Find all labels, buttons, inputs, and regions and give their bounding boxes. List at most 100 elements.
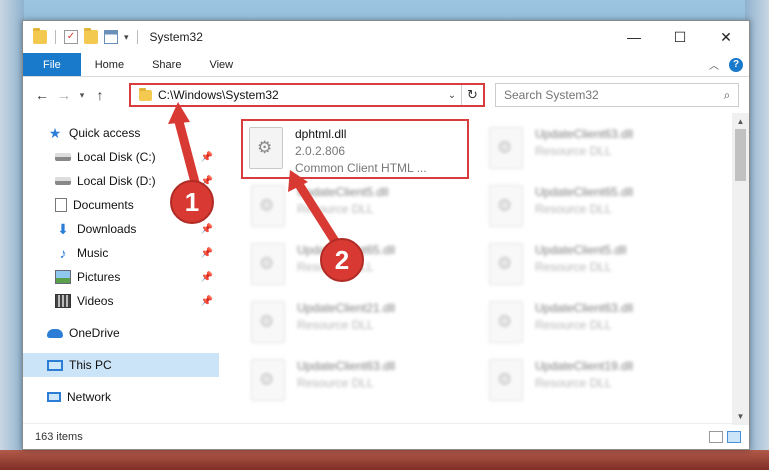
file-tile[interactable]: UpdateClient63.dll Resource DLL xyxy=(245,353,485,409)
file-description: Resource DLL xyxy=(297,376,374,390)
dll-file-icon xyxy=(489,185,523,227)
minimize-button[interactable]: — xyxy=(611,21,657,53)
document-icon xyxy=(55,198,67,212)
vertical-scrollbar[interactable]: ▲ ▼ xyxy=(732,113,749,425)
nav-pictures[interactable]: Pictures 📌 xyxy=(23,265,219,289)
forward-arrow-icon[interactable]: → xyxy=(53,87,75,103)
file-name: UpdateClient63.dll xyxy=(535,127,634,141)
file-name: UpdateClient5.dll xyxy=(535,243,627,257)
file-description: Resource DLL xyxy=(535,144,612,158)
address-path[interactable]: C:\Windows\System32 xyxy=(158,88,443,102)
nav-network[interactable]: Network xyxy=(23,385,219,409)
dll-file-icon xyxy=(251,359,285,401)
ribbon-tabs: File Home Share View ︿ ? xyxy=(23,53,749,77)
help-icon[interactable]: ? xyxy=(729,57,743,72)
dll-file-icon xyxy=(489,301,523,343)
nav-label: Pictures xyxy=(77,270,121,284)
pin-icon: 📌 xyxy=(200,271,213,283)
back-arrow-icon[interactable]: ← xyxy=(31,87,53,103)
dll-file-icon xyxy=(251,243,285,285)
nav-videos[interactable]: Videos 📌 xyxy=(23,289,219,313)
file-tile[interactable]: UpdateClient5.dll Resource DLL xyxy=(483,237,723,293)
file-name: UpdateClient63.dll xyxy=(297,359,396,373)
file-name: UpdateClient63.dll xyxy=(535,301,634,315)
dll-file-icon xyxy=(249,127,283,169)
navigation-pane: ★ Quick access Local Disk (C:) 📌 Local D… xyxy=(23,113,219,425)
nav-onedrive[interactable]: OneDrive xyxy=(23,321,219,345)
view-properties-icon[interactable] xyxy=(104,30,118,44)
folder-icon xyxy=(139,87,152,101)
up-arrow-icon[interactable]: ↑ xyxy=(89,87,111,103)
search-icon[interactable]: ⌕ xyxy=(716,88,738,103)
nav-label: This PC xyxy=(69,358,112,372)
file-description: Resource DLL xyxy=(535,318,612,332)
nav-this-pc[interactable]: This PC xyxy=(23,353,219,377)
tab-view[interactable]: View xyxy=(195,53,247,76)
file-tile[interactable]: UpdateClient5.dll Resource DLL xyxy=(245,179,485,235)
file-tile[interactable]: UpdateClient63.dll Resource DLL xyxy=(483,121,723,177)
nav-music[interactable]: ♪ Music 📌 xyxy=(23,241,219,265)
nav-label: Documents xyxy=(73,198,134,212)
maximize-button[interactable]: ☐ xyxy=(657,21,703,53)
scroll-thumb[interactable] xyxy=(735,129,746,181)
recent-locations-chevron-icon[interactable]: ▾ xyxy=(75,90,89,101)
file-tile[interactable]: UpdateClient21.dll Resource DLL xyxy=(245,295,485,351)
file-description: Resource DLL xyxy=(297,202,374,216)
file-name: UpdateClient19.dll xyxy=(535,359,634,373)
folder-icon[interactable] xyxy=(33,28,47,44)
scroll-up-icon[interactable]: ▲ xyxy=(732,113,749,130)
download-icon: ⬇ xyxy=(57,221,69,237)
title-bar: ✓ ▾ System32 — ☐ ✕ xyxy=(23,21,749,53)
address-bar[interactable]: C:\Windows\System32 ⌄ ↻ xyxy=(129,83,485,107)
file-name: UpdateClient21.dll xyxy=(297,301,396,315)
tab-home[interactable]: Home xyxy=(81,53,138,76)
search-box[interactable]: ⌕ xyxy=(495,83,739,107)
status-bar: 163 items xyxy=(23,423,749,449)
close-button[interactable]: ✕ xyxy=(703,21,749,53)
view-switcher xyxy=(709,430,741,443)
details-view-icon[interactable] xyxy=(709,430,723,443)
file-tile[interactable]: UpdateClient65.dllResource DLL xyxy=(483,179,723,235)
refresh-icon[interactable]: ↻ xyxy=(461,85,483,105)
window-controls: — ☐ ✕ xyxy=(611,21,749,53)
content-area: ★ Quick access Local Disk (C:) 📌 Local D… xyxy=(23,113,749,425)
file-tile[interactable]: UpdateClient65.dllResource DLL xyxy=(245,237,485,293)
title-separator xyxy=(136,30,138,44)
file-list: dphtml.dll 2.0.2.806 Common Client HTML … xyxy=(219,113,749,425)
computer-icon xyxy=(47,359,63,371)
music-icon: ♪ xyxy=(59,245,67,261)
file-explorer-window: ✓ ▾ System32 — ☐ ✕ File Home Share View … xyxy=(22,20,750,450)
nav-local-disk-c[interactable]: Local Disk (C:) 📌 xyxy=(23,145,219,169)
pin-icon: 📌 xyxy=(200,247,213,259)
file-description: Resource DLL xyxy=(297,318,374,332)
file-tile[interactable]: UpdateClient63.dll Resource DLL xyxy=(483,295,723,351)
nav-quick-access[interactable]: ★ Quick access xyxy=(23,121,219,145)
customize-toolbar-icon[interactable]: ▾ xyxy=(124,32,129,43)
tab-file[interactable]: File xyxy=(23,53,81,76)
file-version: 2.0.2.806 xyxy=(295,144,346,158)
file-description: Resource DLL xyxy=(535,376,612,390)
file-tile-dphtml[interactable]: dphtml.dll 2.0.2.806 Common Client HTML … xyxy=(241,119,469,179)
nav-label: Local Disk (C:) xyxy=(77,150,156,164)
file-tile[interactable]: UpdateClient19.dll Resource DLL xyxy=(483,353,723,409)
properties-check-icon[interactable]: ✓ xyxy=(64,30,78,44)
star-icon: ★ xyxy=(48,125,62,141)
file-description: Resource DLL xyxy=(535,202,612,216)
address-dropdown-icon[interactable]: ⌄ xyxy=(443,90,461,101)
tab-share[interactable]: Share xyxy=(138,53,195,76)
new-folder-icon[interactable] xyxy=(84,28,98,44)
chevron-up-icon[interactable]: ︿ xyxy=(709,57,719,72)
toolbar-separator xyxy=(55,30,56,44)
dll-file-icon xyxy=(489,127,523,169)
file-name: UpdateClient5.dll xyxy=(297,185,389,199)
search-input[interactable] xyxy=(504,88,716,102)
dll-file-icon xyxy=(251,301,285,343)
dll-file-icon xyxy=(489,359,523,401)
nav-label: Videos xyxy=(77,294,114,308)
nav-label: OneDrive xyxy=(69,326,120,340)
large-icons-view-icon[interactable] xyxy=(727,430,741,443)
pictures-icon xyxy=(55,270,71,284)
file-description: Common Client HTML ... xyxy=(295,161,427,175)
video-icon xyxy=(55,294,71,308)
